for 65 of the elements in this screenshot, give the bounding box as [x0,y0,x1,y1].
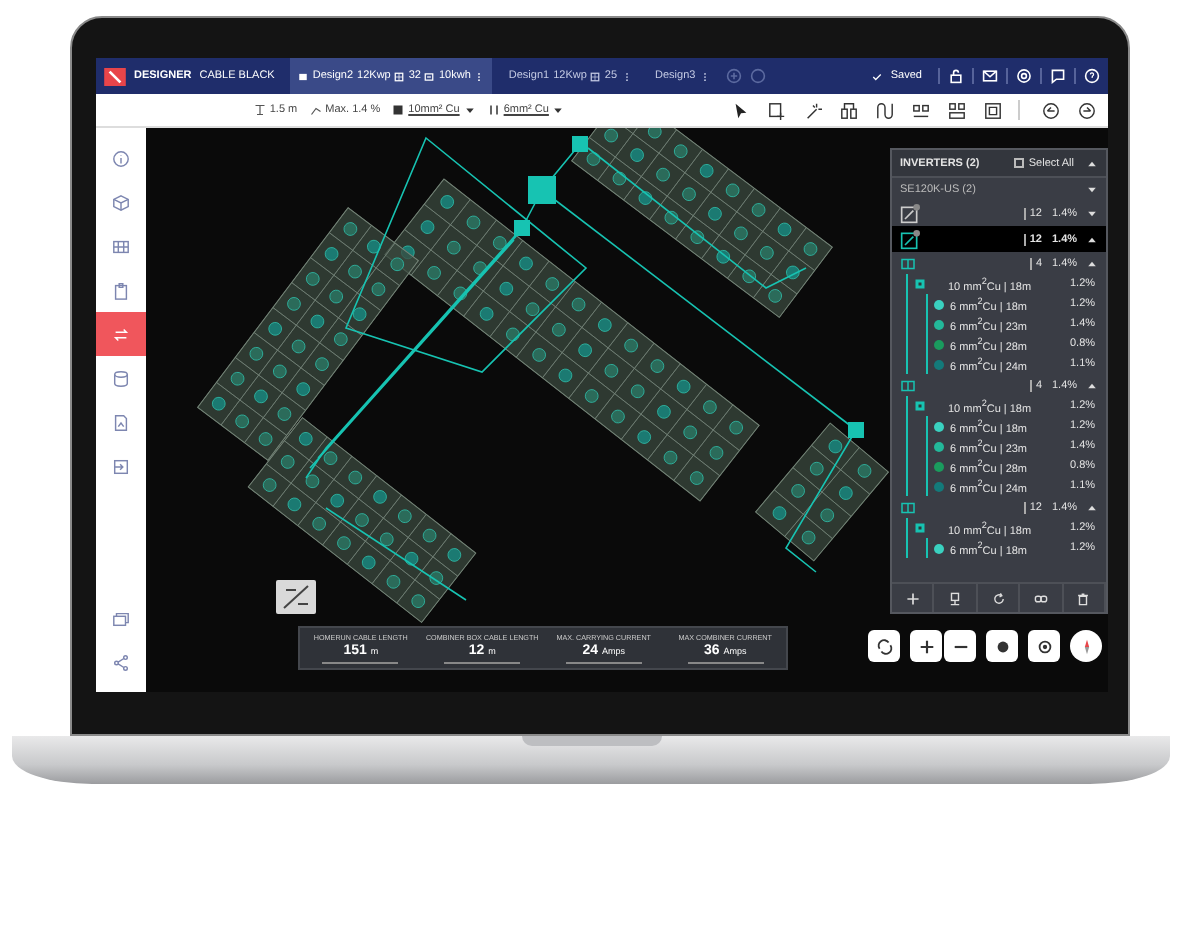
wave-icon[interactable] [876,101,894,119]
lock-icon[interactable] [938,68,964,84]
cable-icon [392,104,405,116]
combiner-box-icon [914,522,926,534]
split-icon[interactable] [948,101,966,119]
undo-icon[interactable] [1042,101,1060,119]
compass-button[interactable] [1070,630,1102,662]
caret-icon [552,104,565,116]
chart-icon [309,104,322,116]
link-icon [1033,591,1048,605]
battery-icon [424,71,435,81]
dot-icon [993,637,1011,655]
panel-icon [590,71,601,81]
settings-icon[interactable] [1006,68,1032,84]
rotate-button[interactable] [868,630,900,662]
frame-icon[interactable] [984,101,1002,119]
inverter-icon [900,203,920,223]
cable-icon [487,104,500,116]
pointer-icon[interactable] [732,101,750,119]
rotate-icon [875,637,893,655]
target-icon [1035,637,1053,655]
height-icon [253,104,266,116]
delete-icon [1076,591,1091,605]
stack-icon[interactable] [912,101,930,119]
combiner-icon [948,591,963,605]
layers-icon [112,609,130,627]
circle-icon[interactable] [749,68,766,84]
inverter-icon[interactable] [276,580,316,614]
database-icon [112,369,130,387]
help-icon[interactable] [1074,68,1100,84]
cube-icon [112,193,130,211]
swap-icon [112,325,130,343]
mail-icon[interactable] [972,68,998,84]
clipboard-icon [112,281,130,299]
add-panel-icon[interactable] [768,101,786,119]
locate-button[interactable] [1028,630,1060,662]
move-icon [905,591,920,605]
zoom-in-button[interactable] [910,630,942,662]
combiner-icon [900,379,916,391]
panel-icon [394,71,405,81]
share-icon [112,653,130,671]
zoom-out-button[interactable] [944,630,976,662]
grid-icon [112,237,130,255]
inverter-icon [900,229,920,249]
chat-icon[interactable] [1040,68,1066,84]
string-icon[interactable] [840,101,858,119]
center-button[interactable] [986,630,1018,662]
info-icon [112,149,130,167]
caret-icon [463,104,476,116]
combiner-icon [900,501,916,513]
check-icon [872,71,883,81]
wand-icon[interactable] [804,101,822,119]
add-icon[interactable] [725,68,742,84]
redo-icon[interactable] [1078,101,1096,119]
logo-icon [104,67,126,85]
document-icon [298,71,309,81]
collapse-icon[interactable] [1086,157,1098,169]
plus-icon [917,637,935,655]
refresh-icon [991,591,1006,605]
combiner-box-icon [914,278,926,290]
expand-icon[interactable] [1086,183,1098,195]
export-icon [112,457,130,475]
combiner-icon [900,257,916,269]
combiner-box-icon [914,400,926,412]
document-icon [112,413,130,431]
